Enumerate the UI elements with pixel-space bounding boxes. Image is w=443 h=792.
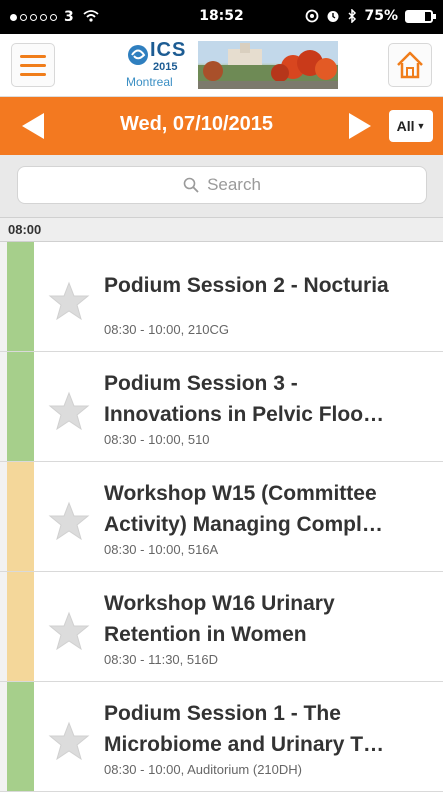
- favorite-star-icon[interactable]: [48, 610, 90, 652]
- filter-dropdown[interactable]: All ▼: [389, 110, 433, 142]
- logo-city: Montreal: [126, 75, 173, 89]
- session-row[interactable]: Workshop W15 (Committee Activity) Managi…: [0, 462, 443, 572]
- session-row[interactable]: Podium Session 1 - The Microbiome and Ur…: [0, 682, 443, 792]
- session-time-room: 08:30 - 11:30, 516D: [104, 652, 218, 667]
- track-color-bar: [7, 682, 34, 791]
- app-header: ICS 2015 Montreal: [0, 34, 443, 97]
- date-navigation: Wed, 07/10/2015 All ▼: [0, 97, 443, 155]
- favorite-star-icon[interactable]: [48, 500, 90, 542]
- battery-icon: [405, 9, 436, 23]
- session-title: Podium Session 1 - The Microbiome and Ur…: [104, 702, 385, 756]
- session-row[interactable]: Workshop W16 Urinary Retention in Women …: [0, 572, 443, 682]
- track-color-bar: [7, 572, 34, 681]
- favorite-star-icon[interactable]: [48, 390, 90, 432]
- track-color-bar: [7, 462, 34, 571]
- menu-button[interactable]: [11, 43, 55, 87]
- session-time-room: 08:30 - 10:00, 510: [104, 432, 210, 447]
- session-title: Podium Session 3 - Innovations in Pelvic…: [104, 372, 385, 426]
- caret-down-icon: ▼: [416, 121, 426, 131]
- battery-percent: 75%: [364, 8, 398, 24]
- filter-value: All: [396, 118, 415, 134]
- favorite-star-icon[interactable]: [48, 720, 90, 762]
- logo-org: ICS: [150, 39, 187, 61]
- alarm-icon: [327, 11, 339, 22]
- session-title: Workshop W15 (Committee Activity) Managi…: [104, 482, 383, 536]
- session-time-room: 08:30 - 10:00, Auditorium (210DH): [104, 762, 302, 777]
- session-row[interactable]: Podium Session 2 - Nocturia 08:30 - 10:0…: [0, 242, 443, 352]
- session-time-room: 08:30 - 10:00, 516A: [104, 542, 219, 557]
- hamburger-icon: [20, 54, 46, 58]
- location-icon: [306, 9, 319, 23]
- home-icon: [397, 51, 423, 79]
- session-list: Podium Session 2 - Nocturia 08:30 - 10:0…: [0, 242, 443, 792]
- search-input[interactable]: Search: [17, 166, 427, 204]
- hamburger-icon: [20, 72, 46, 76]
- track-color-bar: [7, 242, 34, 351]
- session-row[interactable]: Podium Session 3 - Innovations in Pelvic…: [0, 352, 443, 462]
- next-day-arrow-icon[interactable]: [349, 113, 371, 139]
- hamburger-icon: [20, 63, 46, 67]
- previous-day-arrow-icon[interactable]: [22, 113, 44, 139]
- session-time-room: 08:30 - 10:00, 210CG: [104, 322, 230, 337]
- current-date: Wed, 07/10/2015: [119, 113, 274, 135]
- home-button[interactable]: [388, 43, 432, 87]
- track-color-bar: [7, 352, 34, 461]
- favorite-star-icon[interactable]: [48, 280, 90, 322]
- montreal-photo: [198, 41, 338, 89]
- swirl-icon: [128, 45, 148, 65]
- session-title: Podium Session 2 - Nocturia: [104, 274, 389, 297]
- search-icon: [183, 177, 199, 193]
- logo-year: 2015: [153, 61, 178, 73]
- ics-2015-logo: ICS 2015 Montreal: [118, 37, 338, 93]
- time-group-header: 08:00: [0, 217, 443, 242]
- bluetooth-icon: [348, 9, 357, 23]
- search-placeholder: Search: [207, 175, 261, 194]
- search-bar: Search: [0, 155, 443, 217]
- session-title: Workshop W16 Urinary Retention in Women: [104, 592, 335, 646]
- status-bar: 3 18:52 75%: [0, 0, 443, 34]
